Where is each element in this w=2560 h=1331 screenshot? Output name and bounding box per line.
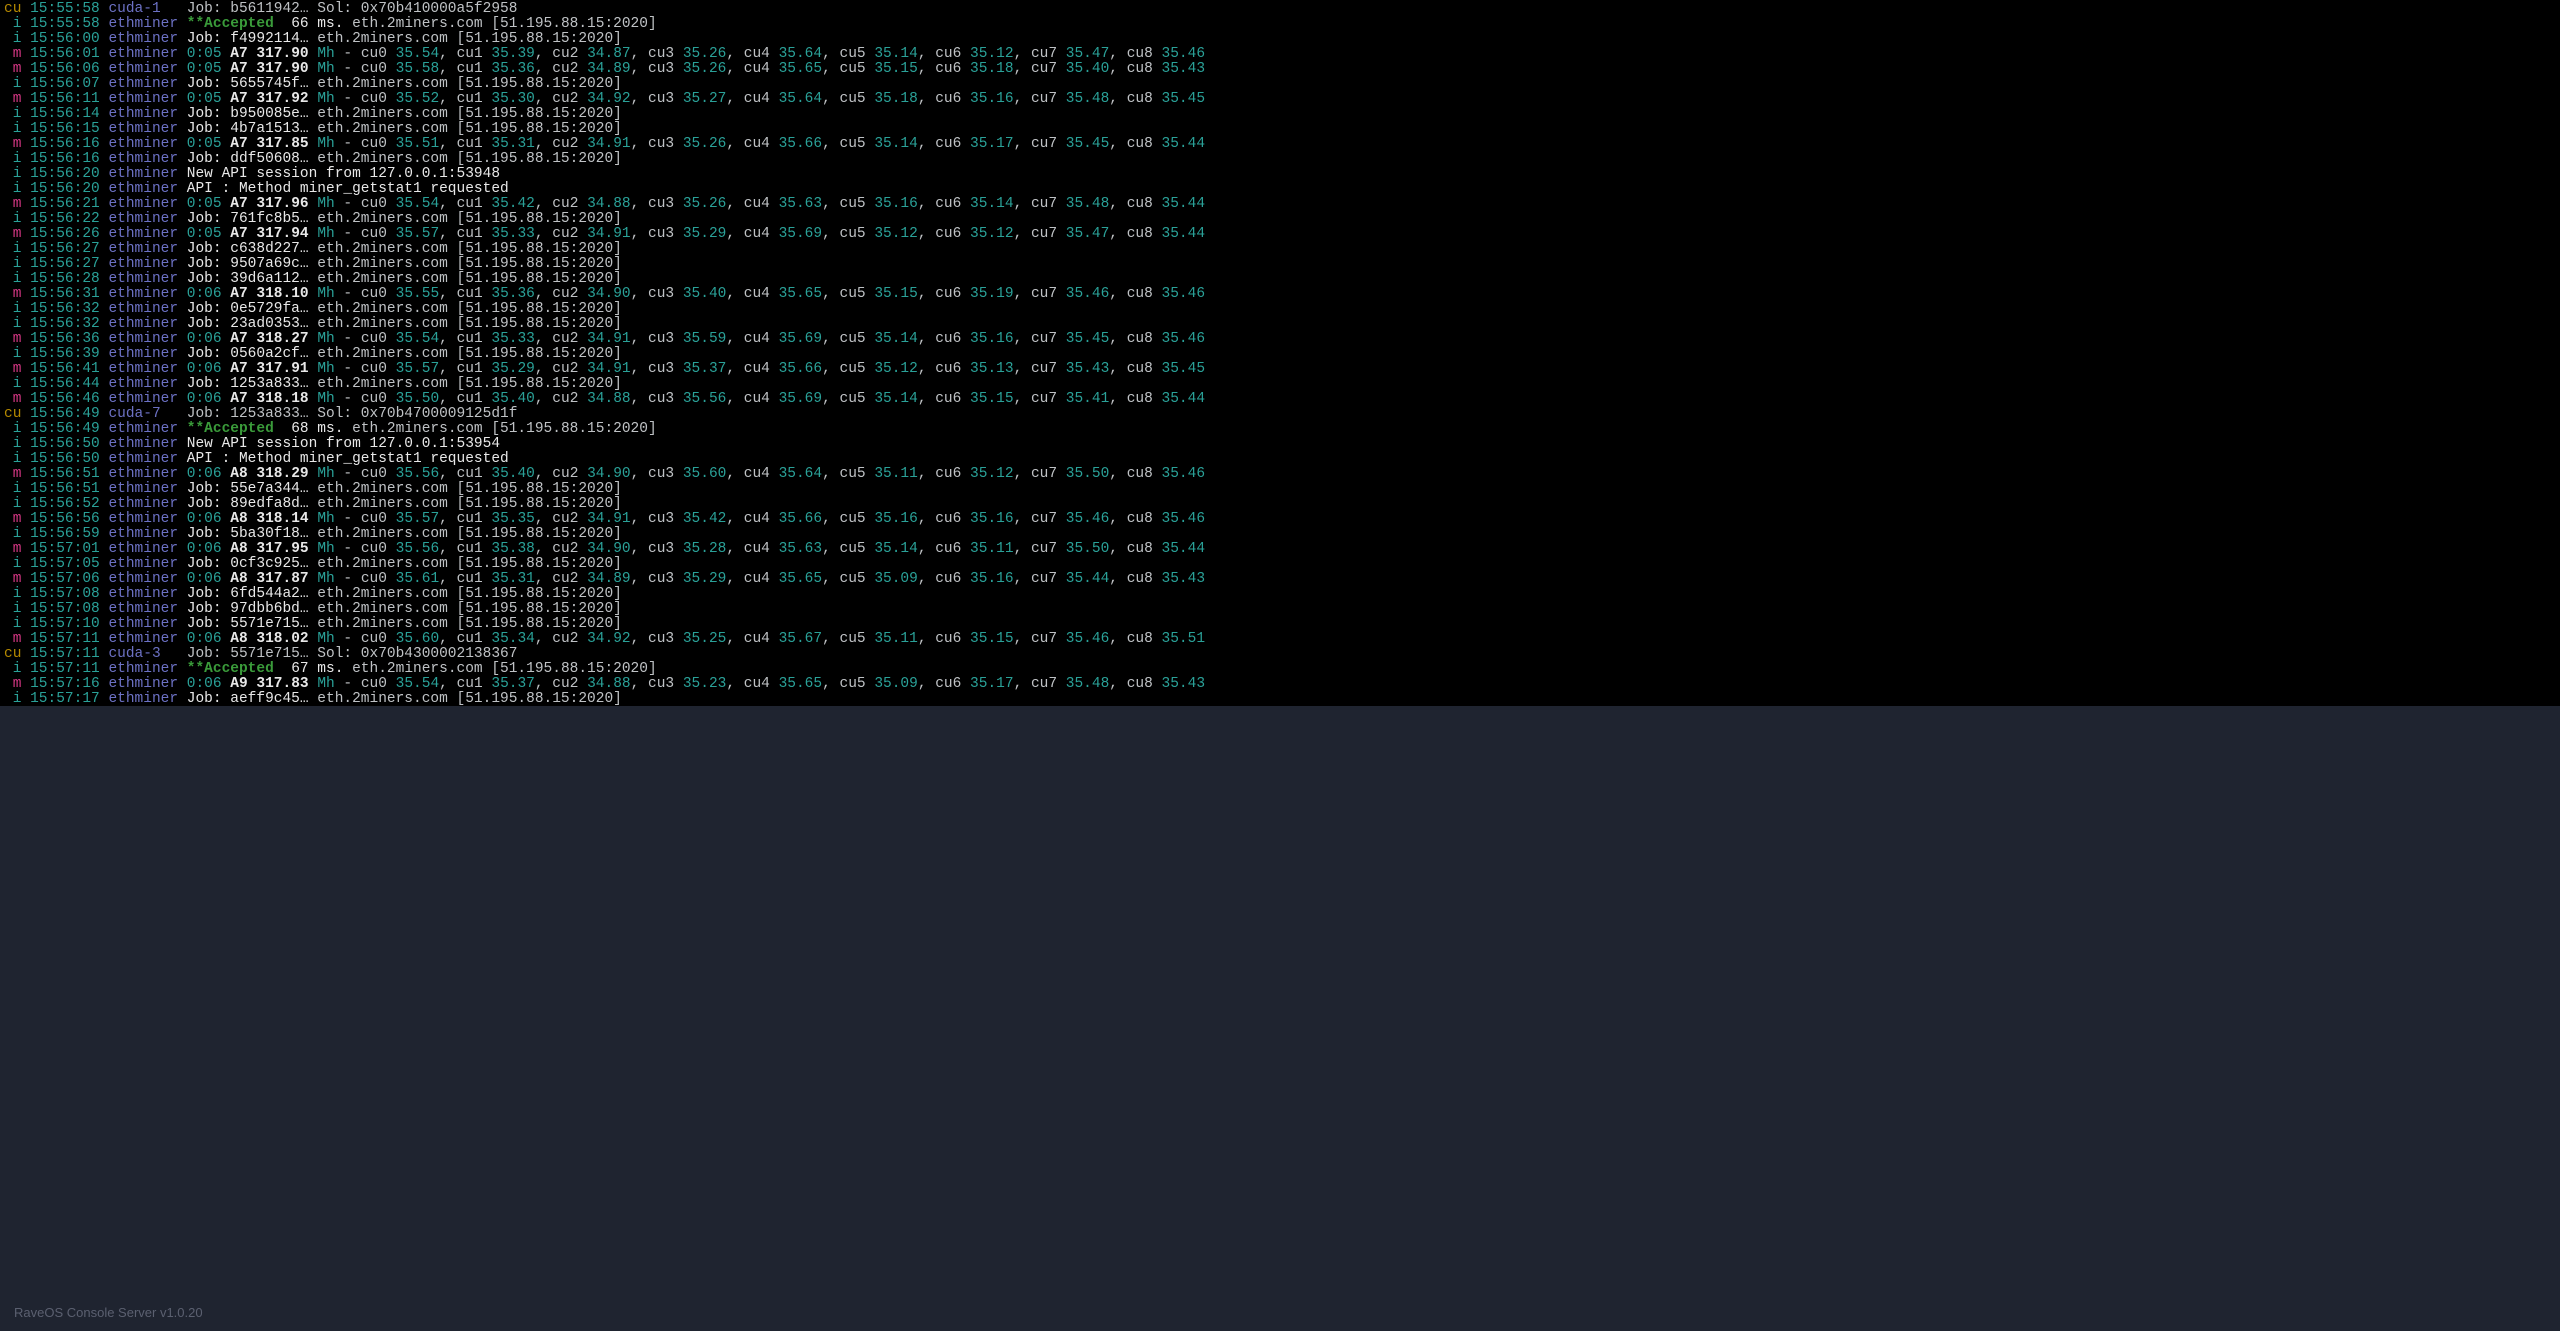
log-line: i 15:56:00 ethminer Job: f4992114… eth.2…: [4, 32, 2556, 47]
log-line: i 15:57:08 ethminer Job: 97dbb6bd… eth.2…: [4, 602, 2556, 617]
log-line: m 15:56:56 ethminer 0:06 A8 318.14 Mh - …: [4, 512, 2556, 527]
log-line: i 15:56:27 ethminer Job: c638d227… eth.2…: [4, 242, 2556, 257]
log-line: i 15:56:20 ethminer API : Method miner_g…: [4, 182, 2556, 197]
log-line: i 15:56:20 ethminer New API session from…: [4, 167, 2556, 182]
footer-version: RaveOS Console Server v1.0.20: [14, 1306, 203, 1319]
log-line: m 15:56:21 ethminer 0:05 A7 317.96 Mh - …: [4, 197, 2556, 212]
log-line: i 15:56:16 ethminer Job: ddf50608… eth.2…: [4, 152, 2556, 167]
log-line: m 15:56:31 ethminer 0:06 A7 318.10 Mh - …: [4, 287, 2556, 302]
log-line: i 15:56:49 ethminer **Accepted 68 ms. et…: [4, 422, 2556, 437]
log-line: m 15:56:11 ethminer 0:05 A7 317.92 Mh - …: [4, 92, 2556, 107]
log-line: m 15:57:06 ethminer 0:06 A8 317.87 Mh - …: [4, 572, 2556, 587]
log-line: i 15:56:44 ethminer Job: 1253a833… eth.2…: [4, 377, 2556, 392]
log-line: i 15:56:14 ethminer Job: b950085e… eth.2…: [4, 107, 2556, 122]
log-line: m 15:56:46 ethminer 0:06 A7 318.18 Mh - …: [4, 392, 2556, 407]
log-line: i 15:56:52 ethminer Job: 89edfa8d… eth.2…: [4, 497, 2556, 512]
log-line: m 15:57:01 ethminer 0:06 A8 317.95 Mh - …: [4, 542, 2556, 557]
log-line: i 15:56:50 ethminer API : Method miner_g…: [4, 452, 2556, 467]
log-line: cu 15:55:58 cuda-1 Job: b5611942… Sol: 0…: [4, 2, 2556, 17]
log-line: cu 15:57:11 cuda-3 Job: 5571e715… Sol: 0…: [4, 647, 2556, 662]
log-line: m 15:57:16 ethminer 0:06 A9 317.83 Mh - …: [4, 677, 2556, 692]
log-line: i 15:55:58 ethminer **Accepted 66 ms. et…: [4, 17, 2556, 32]
log-line: i 15:56:51 ethminer Job: 55e7a344… eth.2…: [4, 482, 2556, 497]
log-line: i 15:57:05 ethminer Job: 0cf3c925… eth.2…: [4, 557, 2556, 572]
log-line: i 15:56:59 ethminer Job: 5ba30f18… eth.2…: [4, 527, 2556, 542]
log-line: i 15:57:10 ethminer Job: 5571e715… eth.2…: [4, 617, 2556, 632]
log-line: m 15:56:01 ethminer 0:05 A7 317.90 Mh - …: [4, 47, 2556, 62]
log-line: m 15:56:36 ethminer 0:06 A7 318.27 Mh - …: [4, 332, 2556, 347]
log-line: m 15:56:41 ethminer 0:06 A7 317.91 Mh - …: [4, 362, 2556, 377]
log-line: i 15:56:22 ethminer Job: 761fc8b5… eth.2…: [4, 212, 2556, 227]
log-line: i 15:56:28 ethminer Job: 39d6a112… eth.2…: [4, 272, 2556, 287]
log-line: i 15:56:32 ethminer Job: 23ad0353… eth.2…: [4, 317, 2556, 332]
log-line: cu 15:56:49 cuda-7 Job: 1253a833… Sol: 0…: [4, 407, 2556, 422]
log-line: i 15:57:11 ethminer **Accepted 67 ms. et…: [4, 662, 2556, 677]
log-line: i 15:56:15 ethminer Job: 4b7a1513… eth.2…: [4, 122, 2556, 137]
log-line: m 15:56:06 ethminer 0:05 A7 317.90 Mh - …: [4, 62, 2556, 77]
log-line: m 15:56:26 ethminer 0:05 A7 317.94 Mh - …: [4, 227, 2556, 242]
log-line: i 15:56:32 ethminer Job: 0e5729fa… eth.2…: [4, 302, 2556, 317]
log-line: m 15:56:16 ethminer 0:05 A7 317.85 Mh - …: [4, 137, 2556, 152]
log-line: m 15:57:11 ethminer 0:06 A8 318.02 Mh - …: [4, 632, 2556, 647]
log-line: i 15:56:39 ethminer Job: 0560a2cf… eth.2…: [4, 347, 2556, 362]
log-line: i 15:57:17 ethminer Job: aeff9c45… eth.2…: [4, 692, 2556, 706]
log-line: i 15:56:07 ethminer Job: 5655745f… eth.2…: [4, 77, 2556, 92]
log-line: i 15:56:27 ethminer Job: 9507a69c… eth.2…: [4, 257, 2556, 272]
log-line: i 15:56:50 ethminer New API session from…: [4, 437, 2556, 452]
terminal-output[interactable]: cu 15:55:58 cuda-1 Job: b5611942… Sol: 0…: [0, 0, 2560, 706]
log-line: i 15:57:08 ethminer Job: 6fd544a2… eth.2…: [4, 587, 2556, 602]
log-line: m 15:56:51 ethminer 0:06 A8 318.29 Mh - …: [4, 467, 2556, 482]
